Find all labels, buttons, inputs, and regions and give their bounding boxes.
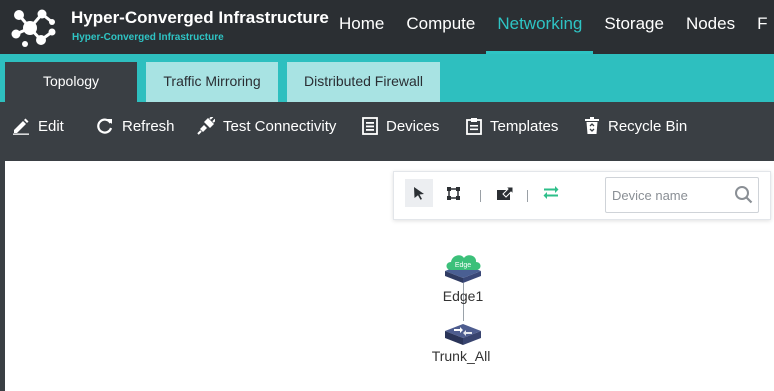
nav-overflow[interactable]: F: [746, 0, 774, 54]
test-connectivity-label: Test Connectivity: [223, 117, 337, 135]
export-button[interactable]: [491, 179, 519, 207]
tab-traffic-mirroring[interactable]: Traffic Mirroring: [146, 62, 278, 102]
nav-compute[interactable]: Compute: [395, 0, 486, 54]
edit-label: Edit: [38, 117, 64, 135]
devices-label: Devices: [386, 117, 440, 135]
plug-icon: [197, 117, 215, 135]
edge-router-icon: Edge: [445, 255, 481, 283]
app-title: Hyper-Converged Infrastructure: [71, 8, 329, 27]
tab-distributed-firewall[interactable]: Distributed Firewall: [287, 62, 440, 102]
edit-button[interactable]: Edit: [12, 102, 64, 150]
nav-nodes[interactable]: Nodes: [675, 0, 746, 54]
export-icon: [497, 186, 514, 200]
action-toolbar: Edit Refresh Test Connectivity Devices T…: [0, 102, 774, 150]
molecule-network-icon: [11, 9, 56, 47]
box-select-button[interactable]: [439, 179, 467, 207]
nav-networking[interactable]: Networking: [486, 0, 594, 54]
swap-arrows-icon: [543, 186, 559, 199]
node-trunk-all-label: Trunk_All: [431, 348, 491, 364]
edge-badge: Edge: [455, 262, 471, 269]
templates-label: Templates: [490, 117, 559, 135]
devices-button[interactable]: Devices: [362, 102, 439, 150]
top-header: Hyper-Converged Infrastructure Hyper-Con…: [0, 0, 774, 54]
tab-topology[interactable]: Topology: [5, 62, 137, 102]
recycle-bin-icon: [585, 117, 599, 134]
pencil-icon: [13, 118, 29, 135]
search-icon[interactable]: [734, 185, 753, 204]
node-edge1[interactable]: Edge: [442, 249, 484, 285]
test-connectivity-button[interactable]: Test Connectivity: [197, 102, 336, 150]
refresh-icon: [97, 118, 113, 134]
nav-storage[interactable]: Storage: [593, 0, 675, 54]
box-select-icon: [446, 186, 460, 200]
main-nav: Home Compute Networking Storage Nodes F: [328, 0, 774, 54]
device-name-input[interactable]: [606, 178, 730, 212]
switch-icon: [445, 324, 481, 345]
app-subtitle: Hyper-Converged Infrastructure: [72, 32, 224, 43]
list-document-icon: [362, 117, 378, 135]
topology-tool-panel: [393, 171, 771, 220]
node-trunk-all[interactable]: [442, 321, 484, 347]
refresh-button[interactable]: Refresh: [96, 102, 175, 150]
recycle-bin-label: Recycle Bin: [608, 117, 688, 135]
select-pointer-icon: [414, 187, 424, 200]
tool-separator: [480, 190, 481, 202]
refresh-label: Refresh: [122, 117, 175, 135]
nav-home[interactable]: Home: [328, 0, 395, 54]
device-search: [605, 177, 759, 213]
sub-tab-bar: Topology Traffic Mirroring Distributed F…: [0, 54, 774, 102]
topology-canvas[interactable]: Edge Edge1 Trunk_All: [5, 161, 774, 391]
select-tool-button[interactable]: [405, 179, 433, 207]
clipboard-icon: [466, 118, 482, 135]
recycle-bin-button[interactable]: Recycle Bin: [584, 102, 687, 150]
node-edge1-label: Edge1: [442, 288, 484, 304]
swap-layout-button[interactable]: [537, 179, 565, 207]
tool-separator: [527, 190, 528, 202]
templates-button[interactable]: Templates: [466, 102, 558, 150]
